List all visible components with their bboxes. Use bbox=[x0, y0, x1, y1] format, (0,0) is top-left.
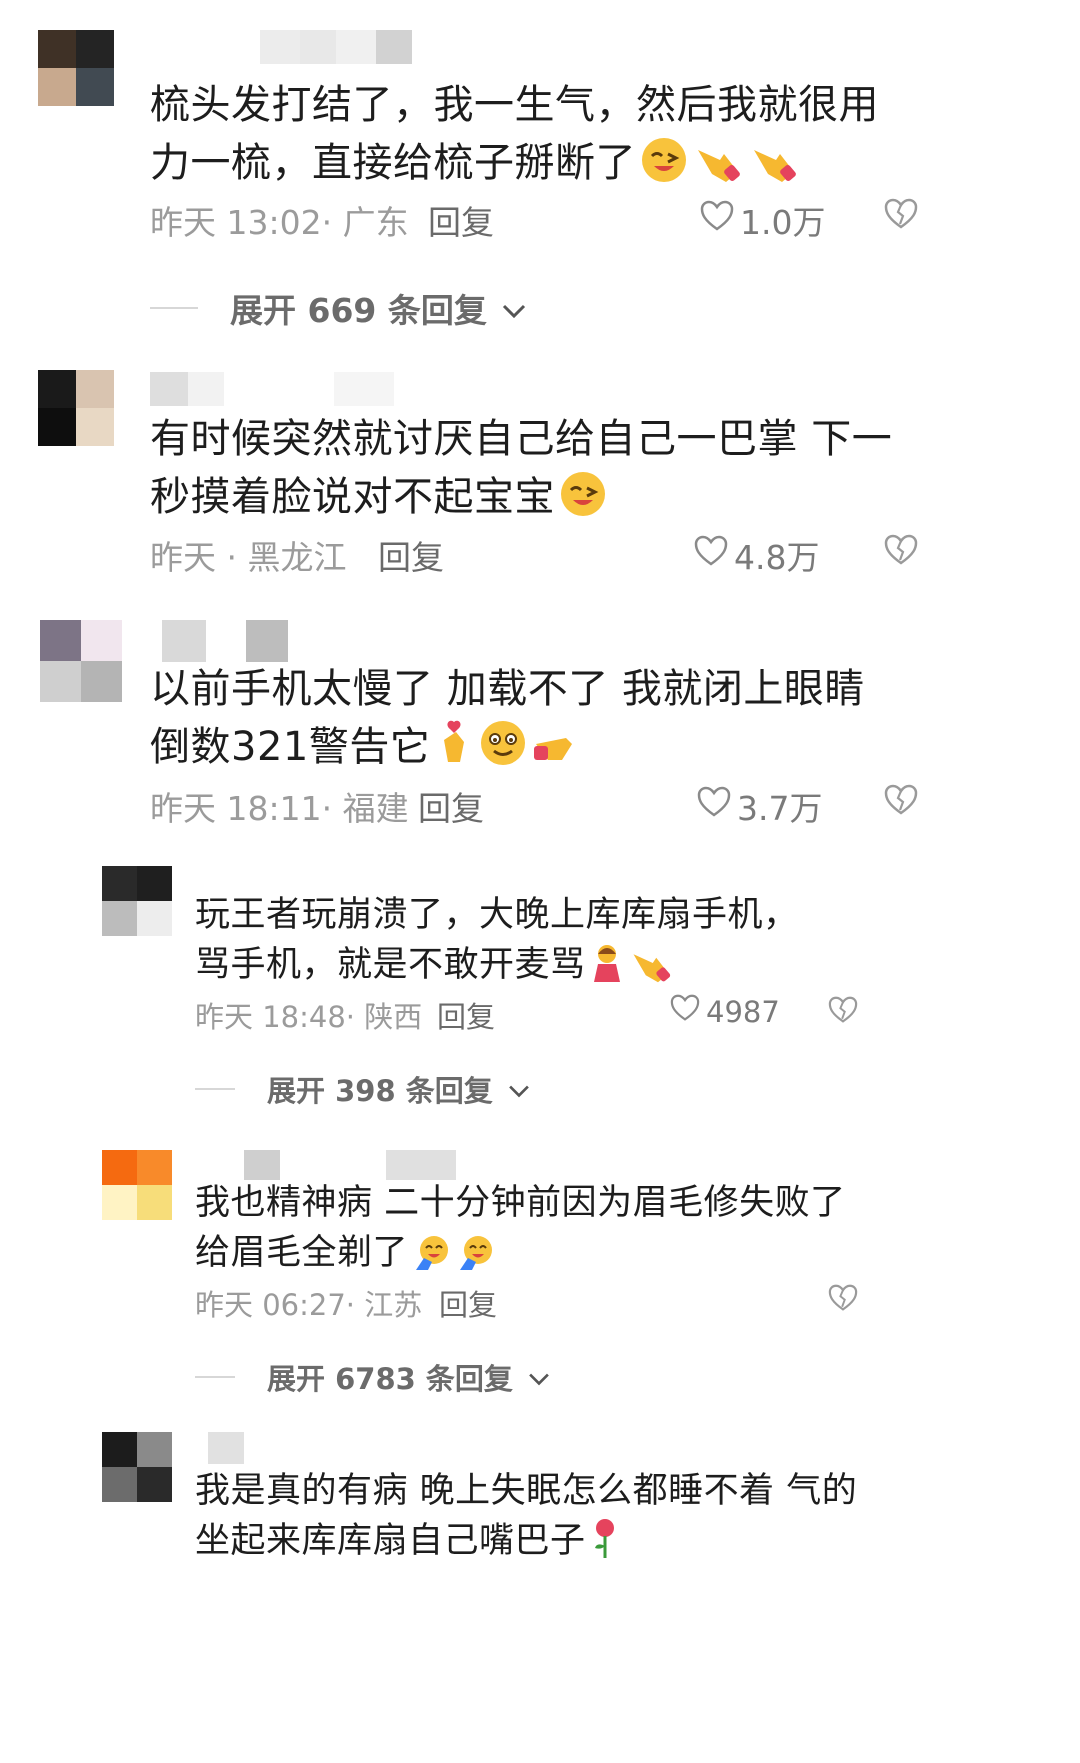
broken-heart-icon bbox=[884, 198, 918, 234]
like-button[interactable]: 3.7万 bbox=[697, 782, 822, 830]
finger-heart-icon bbox=[434, 718, 474, 784]
username-blurred[interactable] bbox=[150, 30, 412, 64]
like-count: 1.0万 bbox=[740, 203, 826, 242]
reply-text: 我也精神病 二十分钟前因为眉毛修失败了 给眉毛全剃了 bbox=[195, 1178, 875, 1286]
expand-replies-button[interactable]: 展开 669 条回复 bbox=[150, 284, 527, 332]
like-count: 4.8万 bbox=[734, 538, 820, 577]
reply-button[interactable]: 回复 bbox=[378, 531, 444, 579]
expand-replies-label: 展开 669 条回复 bbox=[230, 291, 487, 330]
avatar[interactable] bbox=[102, 1150, 172, 1220]
comment-text: 有时候突然就讨厌自己给自己一巴掌 下一秒摸着脸说对不起宝宝 bbox=[150, 410, 920, 534]
pointing-finger-icon bbox=[748, 136, 800, 200]
comment-text: 梳头发打结了，我一生气，然后我就很用力一梳，直接给梳子掰断了 bbox=[150, 76, 910, 200]
heart-icon bbox=[700, 200, 734, 240]
like-count: 4987 bbox=[706, 994, 780, 1029]
reply-time-location: 昨天 06:27· 江苏 bbox=[195, 1288, 423, 1322]
crying-laugh-icon bbox=[412, 1232, 452, 1286]
comment-time-location: 昨天 · 黑龙江 bbox=[150, 538, 347, 577]
heart-icon bbox=[694, 535, 728, 575]
broken-heart-icon bbox=[884, 534, 918, 570]
reply-button[interactable]: 回复 bbox=[439, 1282, 497, 1324]
username-blurred[interactable] bbox=[150, 372, 394, 406]
reply-button[interactable]: 回复 bbox=[437, 994, 495, 1036]
reply-text-content: 我是真的有病 晚上失眠怎么都睡不着 气的坐起来库库扇自己嘴巴子 bbox=[195, 1471, 858, 1561]
chevron-down-icon bbox=[527, 1360, 551, 1394]
dislike-button[interactable] bbox=[884, 534, 918, 570]
comment-text: 以前手机太慢了 加载不了 我就闭上眼睛倒数321警告它 bbox=[150, 660, 890, 784]
divider-line bbox=[195, 1376, 235, 1378]
reply-time-location: 昨天 18:48· 陕西 bbox=[195, 1000, 423, 1034]
shy-person-icon bbox=[590, 942, 624, 998]
wink-face-icon bbox=[640, 136, 688, 200]
rose-icon bbox=[590, 1516, 620, 1574]
divider-line bbox=[195, 1088, 235, 1090]
like-button[interactable]: 1.0万 bbox=[700, 196, 825, 244]
comment-time-location: 昨天 18:11· 福建 bbox=[150, 789, 409, 828]
dislike-button[interactable] bbox=[884, 784, 918, 820]
like-button[interactable]: 4987 bbox=[670, 994, 780, 1029]
expand-replies-label: 展开 398 条回复 bbox=[267, 1074, 493, 1108]
chevron-down-icon bbox=[507, 1072, 531, 1106]
pointing-finger-icon bbox=[532, 720, 584, 784]
dislike-button[interactable] bbox=[884, 198, 918, 234]
reply-button[interactable]: 回复 bbox=[418, 782, 484, 830]
smiling-face-icon bbox=[478, 718, 528, 784]
avatar[interactable] bbox=[38, 30, 114, 106]
broken-heart-icon bbox=[828, 1284, 858, 1316]
broken-heart-icon bbox=[884, 784, 918, 820]
avatar[interactable] bbox=[38, 370, 114, 446]
avatar[interactable] bbox=[102, 866, 172, 936]
username-blurred[interactable] bbox=[244, 1150, 456, 1180]
expand-replies-label: 展开 6783 条回复 bbox=[267, 1362, 513, 1396]
dislike-button[interactable] bbox=[828, 996, 858, 1028]
divider-line bbox=[150, 307, 198, 309]
like-count: 3.7万 bbox=[737, 789, 823, 828]
reply-text-content: 玩王者玩崩溃了，大晚上库库扇手机，骂手机，就是不敢开麦骂 bbox=[195, 895, 799, 985]
comment-time-location: 昨天 13:02· 广东 bbox=[150, 203, 409, 242]
reply-text: 我是真的有病 晚上失眠怎么都睡不着 气的坐起来库库扇自己嘴巴子 bbox=[195, 1466, 875, 1574]
like-button[interactable]: 4.8万 bbox=[694, 531, 819, 579]
reply-button[interactable]: 回复 bbox=[428, 196, 494, 244]
broken-heart-icon bbox=[828, 996, 858, 1028]
dislike-button[interactable] bbox=[828, 1284, 858, 1316]
heart-icon bbox=[697, 786, 731, 826]
chevron-down-icon bbox=[501, 289, 527, 328]
reply-text-content: 我也精神病 二十分钟前因为眉毛修失败了 给眉毛全剃了 bbox=[195, 1183, 846, 1273]
comment-text-content: 有时候突然就讨厌自己给自己一巴掌 下一秒摸着脸说对不起宝宝 bbox=[150, 416, 893, 520]
expand-replies-button[interactable]: 展开 6783 条回复 bbox=[195, 1356, 551, 1398]
expand-replies-button[interactable]: 展开 398 条回复 bbox=[195, 1068, 531, 1110]
wink-face-icon bbox=[559, 470, 607, 534]
pointing-finger-icon bbox=[628, 942, 674, 998]
avatar[interactable] bbox=[40, 620, 122, 702]
avatar[interactable] bbox=[102, 1432, 172, 1502]
reply-text: 玩王者玩崩溃了，大晚上库库扇手机，骂手机，就是不敢开麦骂 bbox=[195, 890, 815, 998]
crying-laugh-icon bbox=[456, 1232, 496, 1286]
pointing-finger-icon bbox=[692, 136, 744, 200]
username-blurred[interactable] bbox=[162, 620, 288, 662]
username-blurred[interactable] bbox=[208, 1432, 244, 1464]
heart-icon bbox=[670, 994, 700, 1029]
